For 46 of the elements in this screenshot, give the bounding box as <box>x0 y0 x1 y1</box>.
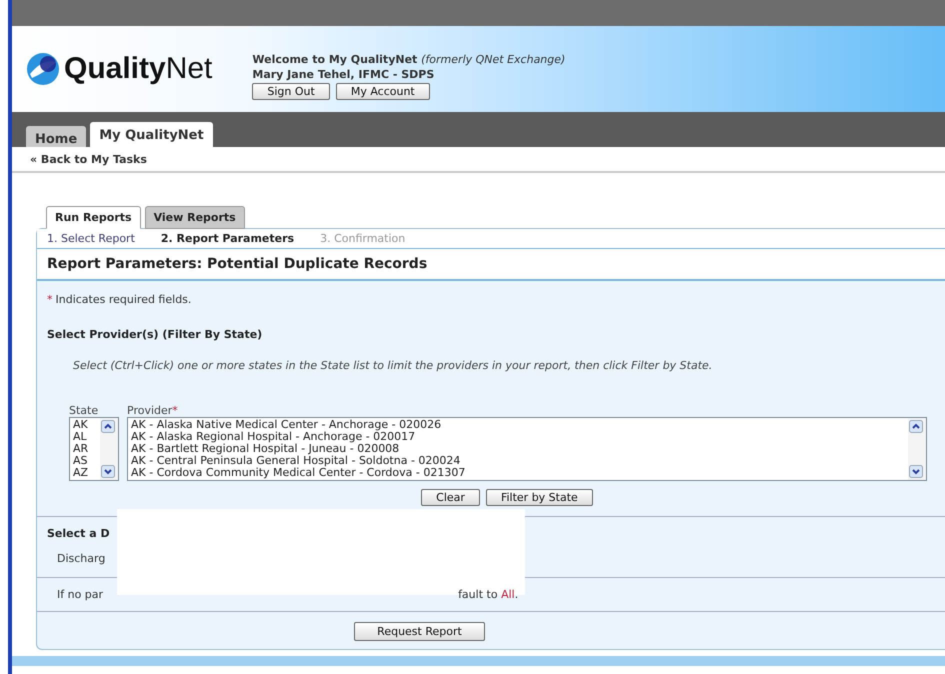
instructions-text: Select (Ctrl+Click) one or more states in the State list to limit the providers in your report, then click Filter by State. <box>73 359 714 372</box>
list-item[interactable]: AL <box>73 431 97 443</box>
logo-icon <box>26 52 60 86</box>
list-item[interactable]: AK - Central Peninsula General Hospital - Soldotna - 020024 <box>131 455 905 467</box>
logo-text: QualityNet <box>64 52 212 86</box>
list-item[interactable]: AS <box>73 455 97 467</box>
field-label: State <box>69 404 100 417</box>
list-item[interactable]: AK - Alaska Native Medical Center - Anchorage - 020026 <box>131 419 905 431</box>
provider-list[interactable] <box>127 417 927 481</box>
scroll-up-icon[interactable] <box>101 420 115 433</box>
list-item[interactable]: AK - Cordova Community Medical Center - Cordova - 021307 <box>131 467 905 479</box>
state-list[interactable]: AK AL AR AS AZ <box>69 417 119 481</box>
section-heading: Select Provider(s) (Filter By State) <box>47 328 264 341</box>
nav-tab[interactable]: My QualityNet <box>90 122 213 147</box>
header-button[interactable]: My Account <box>336 82 430 100</box>
section-heading: Select a D <box>47 527 111 540</box>
list-item[interactable]: AK <box>73 419 97 431</box>
scroll-down-icon[interactable] <box>101 465 115 478</box>
required-mark: * <box>47 293 52 306</box>
wizard-step: 3. Confirmation <box>320 232 406 245</box>
report-tab[interactable]: View Reports <box>144 206 245 229</box>
note-text: fault to All. <box>458 588 518 601</box>
filter-button[interactable]: Filter by State <box>486 489 593 506</box>
scroll-down-icon[interactable] <box>909 465 923 478</box>
back-link[interactable]: « Back to My Tasks <box>30 152 147 166</box>
request-report-button[interactable]: Request Report <box>354 622 485 641</box>
report-title: Report Parameters: Potential Duplicate Records <box>37 249 945 281</box>
note-text: If no par <box>57 588 104 601</box>
list-item[interactable]: AK - Alaska Regional Hospital - Anchorage - 020017 <box>131 431 905 443</box>
field-label: Provider* <box>127 404 179 417</box>
nav-tab[interactable]: Home <box>26 126 86 147</box>
list-item[interactable]: AZ <box>73 467 97 479</box>
scrollbar[interactable] <box>100 418 118 480</box>
list-item[interactable]: AR <box>73 443 97 455</box>
report-tab[interactable]: Run Reports <box>46 206 141 229</box>
scrollbar[interactable] <box>908 418 926 480</box>
welcome-text: Welcome to My QualityNet (formerly QNet Exchange) <box>252 52 566 66</box>
header-button[interactable]: Sign Out <box>252 82 330 100</box>
wizard-step: 2. Report Parameters <box>160 232 294 245</box>
wizard-step: 1. Select Report <box>47 232 135 245</box>
field-label: Discharg <box>57 552 106 565</box>
scroll-up-icon[interactable] <box>909 420 923 433</box>
filter-button[interactable]: Clear <box>421 489 480 506</box>
list-item[interactable]: AK - Bartlett Regional Hospital - Juneau - 020008 <box>131 443 905 455</box>
required-note: Indicates required fields. <box>56 293 192 306</box>
user-name: Mary Jane Tehel, IFMC - SDPS <box>252 68 436 80</box>
